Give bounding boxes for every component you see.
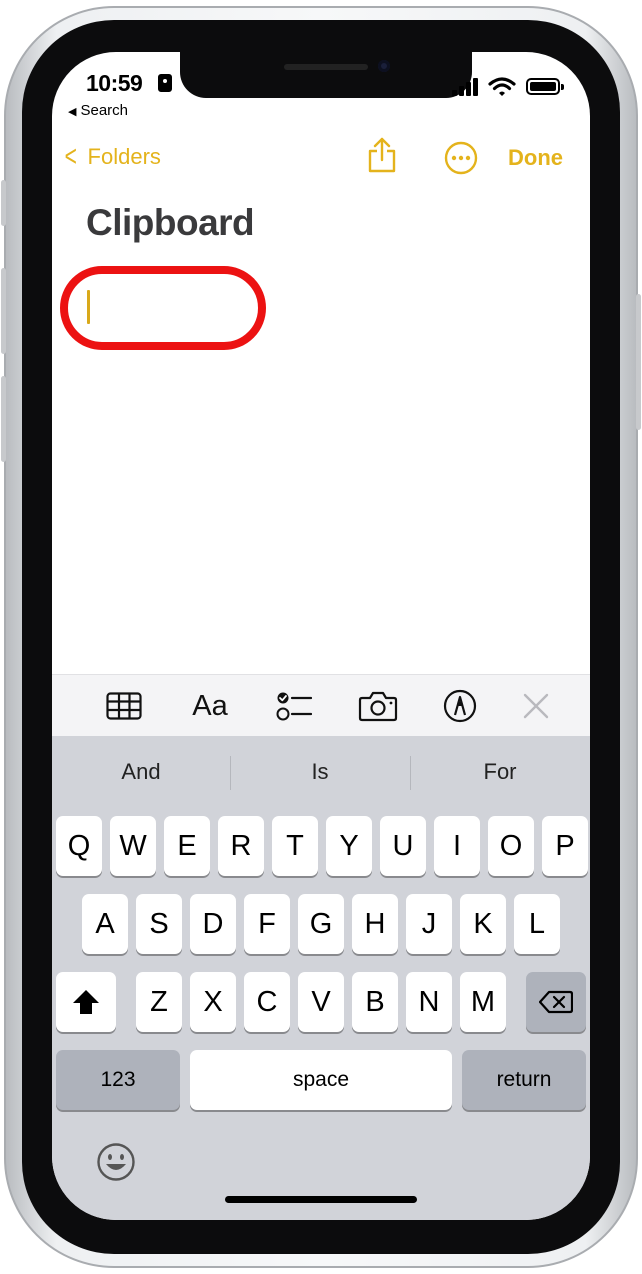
wifi-icon	[488, 77, 516, 96]
key-f[interactable]: F	[244, 894, 290, 954]
key-l[interactable]: L	[514, 894, 560, 954]
key-d[interactable]: D	[190, 894, 236, 954]
key-y[interactable]: Y	[326, 816, 372, 876]
key-i[interactable]: I	[434, 816, 480, 876]
format-button[interactable]: Aa	[182, 675, 238, 737]
key-v[interactable]: V	[298, 972, 344, 1032]
numbers-key[interactable]: 123	[56, 1050, 180, 1110]
key-z[interactable]: Z	[136, 972, 182, 1032]
key-q[interactable]: Q	[56, 816, 102, 876]
delete-backspace-icon	[539, 990, 573, 1014]
checklist-icon	[276, 692, 312, 721]
notch	[180, 52, 472, 98]
screen: 10:59 ◀Search < Folders Done Clipboard	[52, 52, 590, 1220]
prediction-2[interactable]: Is	[231, 736, 409, 808]
key-p[interactable]: P	[542, 816, 588, 876]
key-x[interactable]: X	[190, 972, 236, 1032]
back-triangle-icon: ◀	[68, 106, 77, 118]
key-n[interactable]: N	[406, 972, 452, 1032]
key-t[interactable]: T	[272, 816, 318, 876]
back-app-label: Search	[80, 102, 128, 119]
shift-arrow-icon	[73, 990, 99, 1014]
checklist-button[interactable]	[266, 675, 322, 737]
battery-icon	[526, 78, 564, 95]
space-key[interactable]: space	[190, 1050, 452, 1110]
cellular-signal-icon	[452, 78, 478, 96]
key-w[interactable]: W	[110, 816, 156, 876]
markup-button[interactable]	[432, 675, 488, 737]
status-time: 10:59	[86, 70, 143, 96]
key-k[interactable]: K	[460, 894, 506, 954]
key-m[interactable]: M	[460, 972, 506, 1032]
prediction-1[interactable]: And	[52, 736, 230, 808]
close-toolbar-button[interactable]	[508, 675, 564, 737]
table-button[interactable]	[96, 675, 152, 737]
key-b[interactable]: B	[352, 972, 398, 1032]
return-key[interactable]: return	[462, 1050, 586, 1110]
keyboard: And Is For Q W E R T Y U I O P A S D F G…	[52, 736, 590, 1220]
text-cursor[interactable]	[87, 290, 90, 324]
volume-down-button	[1, 376, 6, 462]
folders-label: Folders	[87, 144, 161, 169]
portrait-lock-icon	[158, 74, 172, 92]
key-u[interactable]: U	[380, 816, 426, 876]
table-icon	[106, 692, 142, 720]
key-h[interactable]: H	[352, 894, 398, 954]
key-c[interactable]: C	[244, 972, 290, 1032]
share-icon[interactable]	[366, 136, 398, 174]
done-button[interactable]: Done	[508, 145, 563, 171]
predictive-bar: And Is For	[52, 736, 590, 808]
more-options-icon[interactable]	[444, 141, 478, 175]
note-title[interactable]: Clipboard	[86, 202, 255, 244]
key-r[interactable]: R	[218, 816, 264, 876]
shift-key[interactable]	[56, 972, 116, 1032]
markup-icon	[443, 689, 477, 723]
home-indicator[interactable]	[225, 1196, 417, 1203]
prediction-3[interactable]: For	[411, 736, 589, 808]
highlight-annotation	[60, 266, 266, 350]
camera-button[interactable]	[350, 675, 406, 737]
emoji-icon[interactable]	[96, 1142, 136, 1182]
format-icon: Aa	[192, 689, 228, 722]
camera-icon	[358, 691, 398, 722]
chevron-left-icon: <	[64, 140, 77, 173]
key-g[interactable]: G	[298, 894, 344, 954]
front-camera	[378, 60, 390, 72]
key-o[interactable]: O	[488, 816, 534, 876]
speaker	[284, 64, 368, 70]
back-to-app-link[interactable]: ◀ Search	[68, 102, 128, 119]
silent-switch	[1, 180, 6, 226]
close-icon	[523, 693, 549, 719]
folders-back-button[interactable]: < Folders	[62, 142, 161, 172]
delete-key[interactable]	[526, 972, 586, 1032]
key-e[interactable]: E	[164, 816, 210, 876]
key-a[interactable]: A	[82, 894, 128, 954]
key-s[interactable]: S	[136, 894, 182, 954]
key-j[interactable]: J	[406, 894, 452, 954]
power-button	[636, 294, 641, 430]
format-toolbar: Aa	[52, 674, 590, 736]
volume-up-button	[1, 268, 6, 354]
